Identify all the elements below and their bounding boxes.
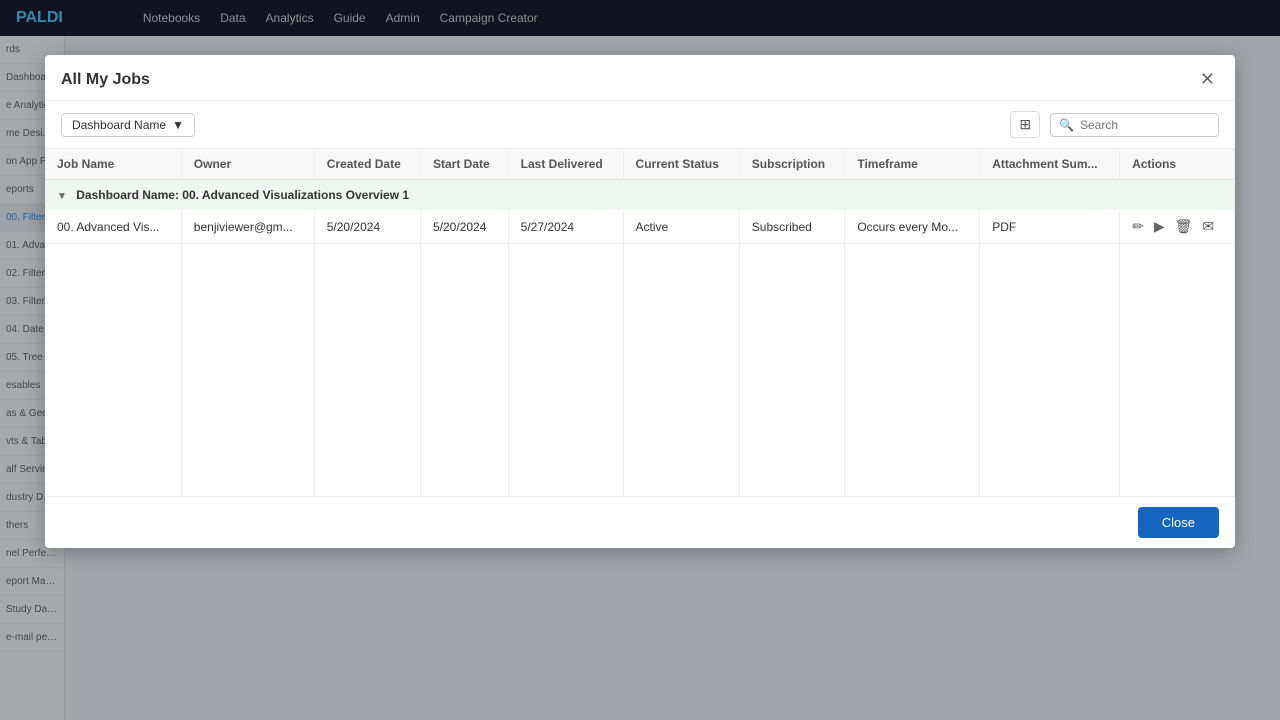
group-row-cell: ▼ Dashboard Name: 00. Advanced Visualiza…	[45, 180, 1235, 211]
cell-created-date: 5/20/2024	[314, 210, 420, 244]
columns-toggle-button[interactable]: ⊞	[1010, 111, 1040, 138]
action-icons: ✏ ▶ 🗑 ✉	[1132, 218, 1222, 235]
delete-icon[interactable]: 🗑	[1175, 218, 1193, 235]
run-icon[interactable]: ▶	[1154, 218, 1165, 235]
col-created-date: Created Date	[314, 149, 420, 180]
filter-dropdown-icon: ▼	[172, 118, 184, 132]
close-button[interactable]: Close	[1138, 507, 1219, 538]
group-toggle-icon[interactable]: ▼	[57, 191, 67, 202]
filter-label: Dashboard Name	[72, 118, 166, 132]
email-icon[interactable]: ✉	[1202, 218, 1214, 235]
col-start-date: Start Date	[421, 149, 509, 180]
modal-header: All My Jobs ✕	[45, 55, 1235, 101]
search-input[interactable]	[1080, 118, 1210, 132]
table-header: Job Name Owner Created Date Start Date L…	[45, 149, 1235, 180]
cell-last-delivered: 5/27/2024	[508, 210, 623, 244]
empty-row-6	[45, 424, 1235, 460]
modal-title: All My Jobs	[61, 71, 150, 89]
cell-owner: benjiviewer@gm...	[181, 210, 314, 244]
table-body: ▼ Dashboard Name: 00. Advanced Visualiza…	[45, 180, 1235, 496]
cell-actions: ✏ ▶ 🗑 ✉	[1120, 210, 1235, 244]
empty-row-1	[45, 244, 1235, 280]
cell-job-name: 00. Advanced Vis...	[45, 210, 181, 244]
group-row: ▼ Dashboard Name: 00. Advanced Visualiza…	[45, 180, 1235, 211]
cell-start-date: 5/20/2024	[421, 210, 509, 244]
empty-row-5	[45, 388, 1235, 424]
col-last-delivered: Last Delivered	[508, 149, 623, 180]
all-my-jobs-modal: All My Jobs ✕ Dashboard Name ▼ ⊞ 🔍	[45, 55, 1235, 548]
cell-subscription: Subscribed	[739, 210, 845, 244]
cell-current-status: Active	[623, 210, 739, 244]
empty-row-2	[45, 280, 1235, 316]
col-owner: Owner	[181, 149, 314, 180]
col-current-status: Current Status	[623, 149, 739, 180]
modal-overlay: All My Jobs ✕ Dashboard Name ▼ ⊞ 🔍	[0, 0, 1280, 720]
cell-attachment-sum: PDF	[980, 210, 1120, 244]
col-actions: Actions	[1120, 149, 1235, 180]
jobs-table: Job Name Owner Created Date Start Date L…	[45, 149, 1235, 496]
modal-close-button[interactable]: ✕	[1196, 69, 1219, 90]
empty-row-7	[45, 460, 1235, 496]
col-subscription: Subscription	[739, 149, 845, 180]
col-attachment-sum: Attachment Sum...	[980, 149, 1120, 180]
modal-toolbar: Dashboard Name ▼ ⊞ 🔍	[45, 101, 1235, 149]
search-icon: 🔍	[1059, 118, 1074, 132]
empty-row-3	[45, 316, 1235, 352]
modal-footer: Close	[45, 496, 1235, 548]
search-box: 🔍	[1050, 113, 1219, 137]
filter-button[interactable]: Dashboard Name ▼	[61, 113, 195, 137]
columns-icon: ⊞	[1019, 116, 1031, 132]
group-row-label: Dashboard Name: 00. Advanced Visualizati…	[76, 188, 409, 202]
col-job-name: Job Name	[45, 149, 181, 180]
edit-icon[interactable]: ✏	[1132, 218, 1144, 235]
table-container: Job Name Owner Created Date Start Date L…	[45, 149, 1235, 496]
toolbar-right: ⊞ 🔍	[1010, 111, 1219, 138]
empty-row-4	[45, 352, 1235, 388]
cell-timeframe: Occurs every Mo...	[845, 210, 980, 244]
col-timeframe: Timeframe	[845, 149, 980, 180]
table-row: 00. Advanced Vis... benjiviewer@gm... 5/…	[45, 210, 1235, 244]
